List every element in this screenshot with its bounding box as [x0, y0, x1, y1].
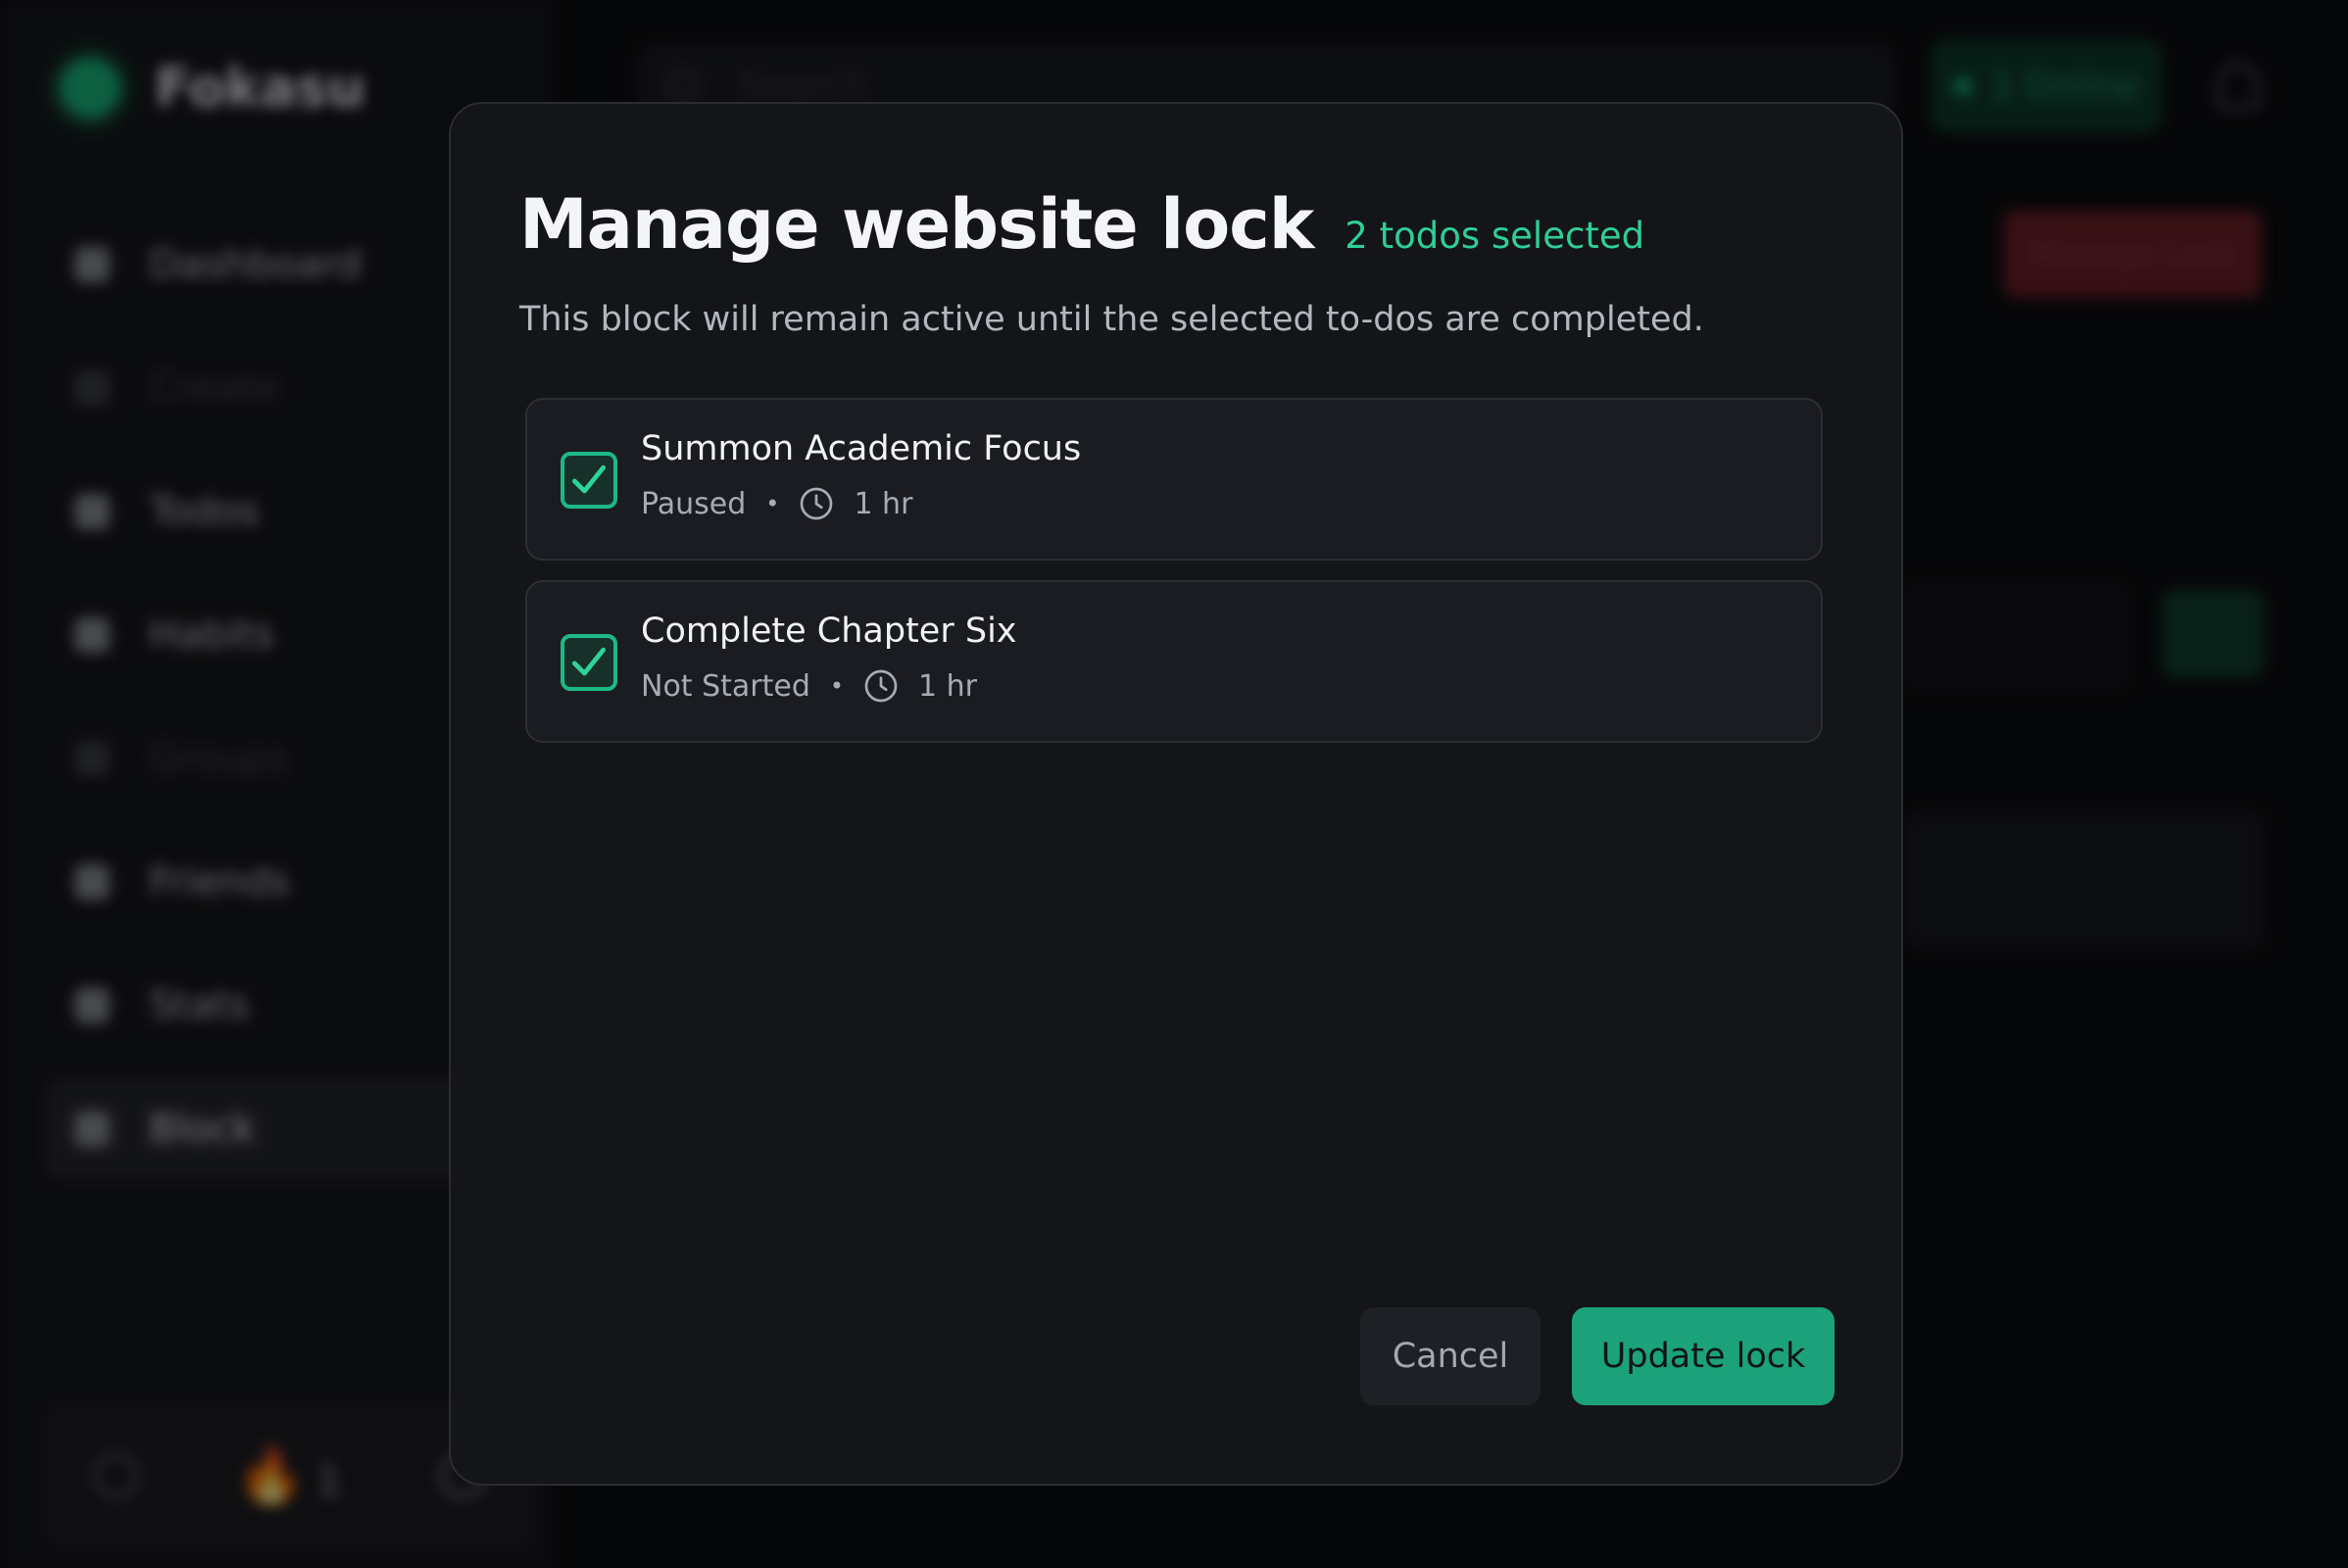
todo-name: Summon Academic Focus	[641, 429, 1082, 468]
todo-name: Complete Chapter Six	[641, 612, 1017, 651]
dialog-description: This block will remain active until the …	[519, 300, 1704, 339]
todo-item[interactable]: Summon Academic Focus Paused • 1 hr	[525, 398, 1823, 561]
todo-checkbox[interactable]	[561, 452, 617, 509]
clock-icon	[801, 487, 833, 520]
todo-item[interactable]: Complete Chapter Six Not Started • 1 hr	[525, 580, 1823, 743]
checkmark-icon	[571, 647, 607, 676]
checkmark-icon	[571, 465, 607, 494]
todo-duration: 1 hr	[918, 668, 978, 704]
todo-meta: Not Started • 1 hr	[641, 668, 977, 704]
separator-dot: •	[829, 672, 845, 700]
dialog-title: Manage website lock	[519, 184, 1314, 265]
selected-count: 2 todos selected	[1345, 215, 1645, 257]
update-lock-button[interactable]: Update lock	[1572, 1307, 1834, 1405]
dialog-header: Manage website lock 2 todos selected	[519, 184, 1644, 265]
todo-checkbox[interactable]	[561, 634, 617, 691]
todo-list: Summon Academic Focus Paused • 1 hr Comp…	[525, 398, 1823, 762]
todo-status: Not Started	[641, 668, 810, 704]
clock-icon	[864, 669, 898, 703]
todo-duration: 1 hr	[854, 486, 913, 521]
cancel-button[interactable]: Cancel	[1360, 1307, 1541, 1405]
todo-status: Paused	[641, 486, 747, 521]
manage-lock-dialog: Manage website lock 2 todos selected Thi…	[449, 102, 1903, 1486]
todo-meta: Paused • 1 hr	[641, 486, 912, 521]
separator-dot: •	[765, 490, 780, 517]
